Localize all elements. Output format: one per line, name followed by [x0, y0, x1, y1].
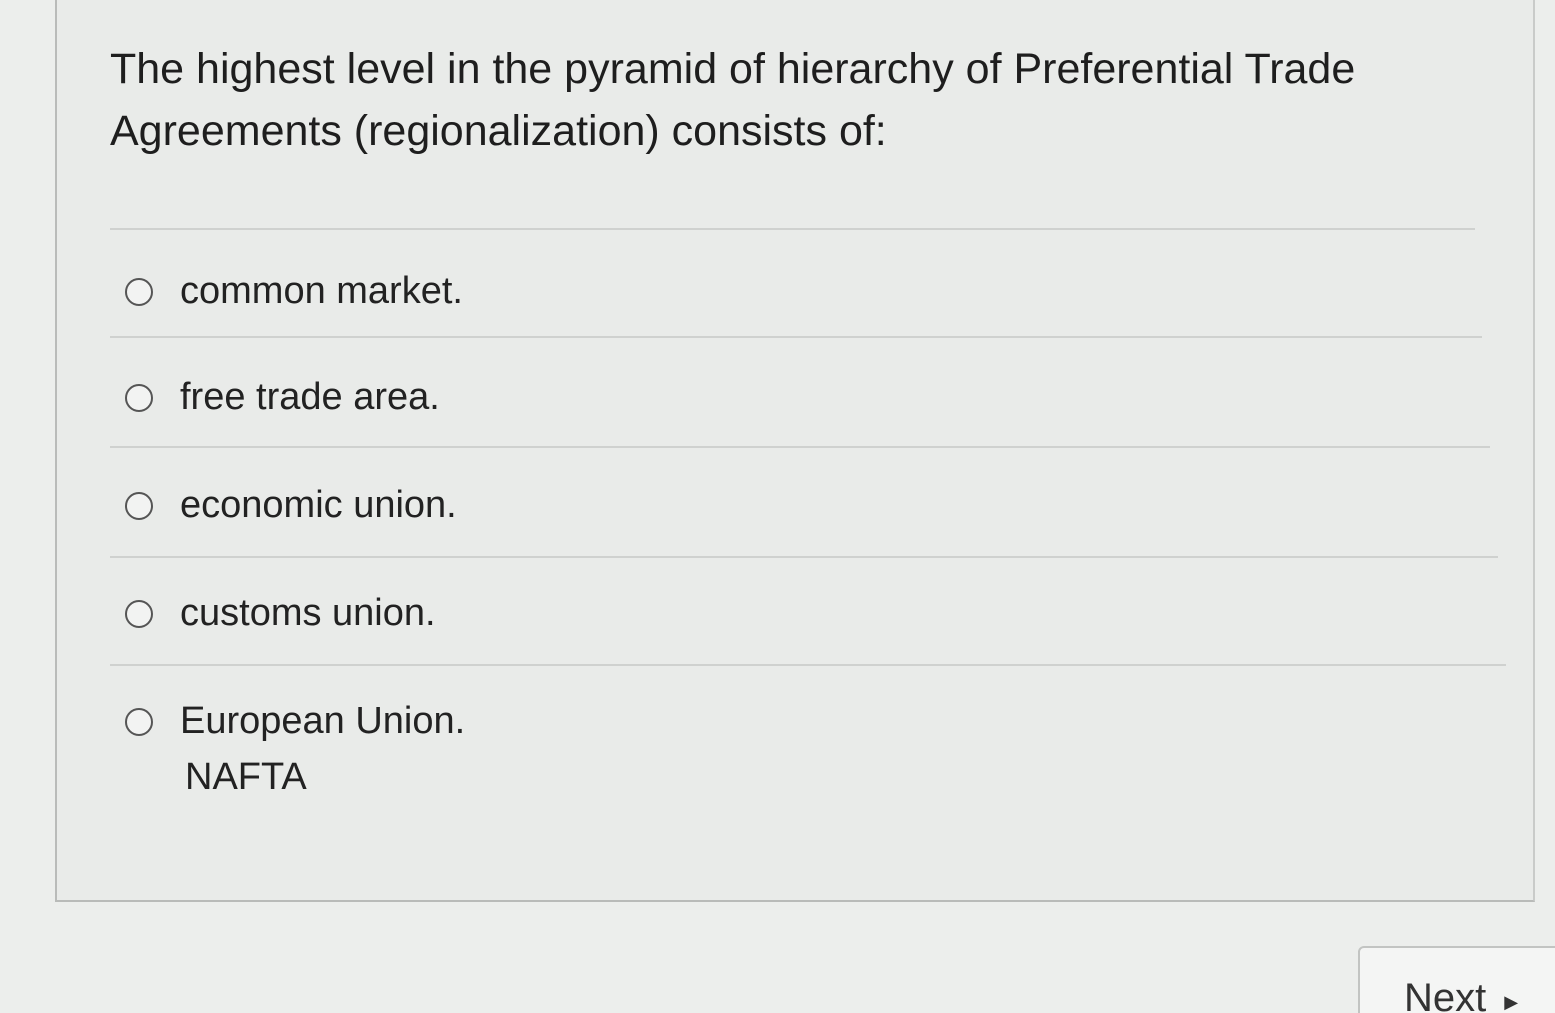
option-customs-union[interactable]: customs union. — [125, 592, 436, 635]
option-label: economic union. — [180, 484, 457, 526]
option-label: common market. — [180, 270, 463, 312]
divider — [110, 336, 1482, 338]
option-economic-union[interactable]: economic union. — [125, 484, 457, 527]
option-note: NAFTA — [185, 756, 307, 798]
option-label: European Union. — [180, 700, 466, 742]
option-label: customs union. — [180, 592, 436, 634]
radio-button[interactable] — [125, 277, 153, 306]
radio-button[interactable] — [125, 599, 153, 628]
divider — [110, 228, 1475, 230]
radio-button[interactable] — [125, 491, 153, 520]
option-european-union[interactable]: European Union. — [125, 700, 465, 743]
radio-button[interactable] — [125, 707, 153, 736]
divider — [110, 556, 1498, 558]
option-label: free trade area. — [180, 376, 440, 418]
option-common-market[interactable]: common market. — [125, 270, 463, 313]
next-button[interactable]: Next ▶ — [1358, 946, 1555, 1013]
divider — [110, 664, 1506, 666]
question-text: The highest level in the pyramid of hier… — [110, 45, 1356, 155]
radio-button[interactable] — [125, 383, 153, 412]
option-free-trade-area[interactable]: free trade area. — [125, 376, 440, 419]
next-label: Next — [1404, 976, 1487, 1013]
caret-right-icon: ▶ — [1504, 992, 1519, 1012]
divider — [110, 446, 1490, 448]
